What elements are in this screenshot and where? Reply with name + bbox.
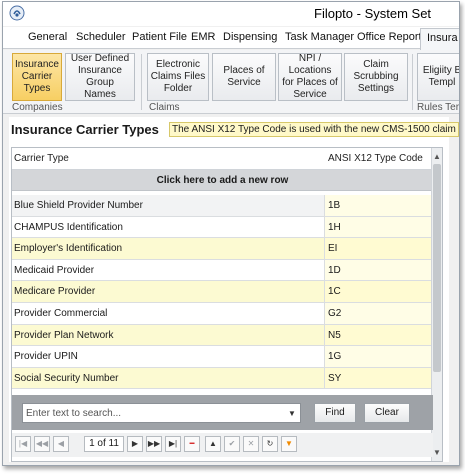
tab-office-reports[interactable]: Office Reports [357, 31, 427, 43]
table-row[interactable]: Medicaid Provider 1D [12, 259, 433, 282]
grid-rows: Blue Shield Provider Number 1B CHAMPUS Id… [12, 195, 433, 390]
carrier-type-cell[interactable]: CHAMPUS Identification [12, 217, 324, 238]
carrier-type-cell[interactable]: Employer's Identification [12, 238, 324, 259]
page-header: Insurance Carrier Types The ANSI X12 Typ… [9, 117, 459, 143]
application-window: Filopto - System Set General Scheduler P… [2, 1, 460, 466]
ansi-code-cell[interactable]: EI [324, 238, 433, 259]
delete-record-icon[interactable]: ━ [184, 436, 200, 452]
first-page-icon[interactable]: |◀ [15, 436, 31, 452]
carrier-type-cell[interactable]: Provider Plan Network [12, 325, 324, 346]
user-defined-insurance-group-names-button[interactable]: User Defined Insurance Group Names [65, 53, 135, 101]
tab-patient-file[interactable]: Patient File [132, 31, 187, 43]
carrier-type-cell[interactable]: Provider UPIN [12, 346, 324, 367]
table-row[interactable]: CHAMPUS Identification 1H [12, 216, 433, 239]
scroll-up-icon[interactable]: ▲ [433, 152, 441, 161]
carrier-type-cell[interactable]: Provider Commercial [12, 303, 324, 324]
ansi-code-cell[interactable]: N5 [324, 324, 433, 346]
places-of-service-button[interactable]: Places of Service [212, 53, 276, 101]
table-row[interactable]: Provider Commercial G2 [12, 302, 433, 325]
clear-button[interactable]: Clear [364, 403, 410, 423]
tab-emr[interactable]: EMR [191, 31, 215, 43]
table-row[interactable]: Social Security Number SY [12, 367, 433, 390]
group-label-companies: Companies [12, 102, 63, 113]
ansi-code-cell[interactable]: SY [324, 367, 433, 389]
electronic-claims-files-folder-button[interactable]: Electronic Claims Files Folder [147, 53, 209, 101]
table-row[interactable]: Employer's Identification EI [12, 238, 433, 260]
carrier-types-grid: Carrier Type ANSI X12 Type Code Click he… [11, 147, 443, 462]
grid-column-headers: Carrier Type ANSI X12 Type Code [12, 148, 433, 170]
ansi-code-cell[interactable]: 1H [324, 216, 433, 238]
main-tab-strip: General Scheduler Patient File EMR Dispe… [3, 27, 459, 50]
filter-icon[interactable]: ▼ [281, 436, 297, 452]
next-record-icon[interactable]: ▶ [127, 436, 143, 452]
carrier-type-cell[interactable]: Social Security Number [12, 368, 324, 389]
group-separator [141, 54, 142, 110]
scrollbar-thumb[interactable] [433, 164, 441, 372]
tab-task-manager[interactable]: Task Manager [285, 31, 354, 43]
eligibility-template-button[interactable]: Eligiity B Templ [417, 53, 459, 101]
ansi-code-cell[interactable]: 1C [324, 281, 433, 302]
carrier-type-cell[interactable]: Medicaid Provider [12, 260, 324, 281]
data-navigator: |◀ ◀◀ ◀ 1 of 11 ▶ ▶▶ ▶| ━ ▲ ✔ ✕ ↻ ▼ [12, 433, 433, 457]
insurance-carrier-types-button[interactable]: Insurance Carrier Types [12, 53, 62, 101]
carrier-type-cell[interactable]: Blue Shield Provider Number [12, 195, 324, 216]
next-page-icon[interactable]: ▶▶ [146, 436, 162, 452]
tab-scheduler[interactable]: Scheduler [76, 31, 126, 43]
table-row[interactable]: Blue Shield Provider Number 1B [12, 195, 433, 217]
ansi-code-cell[interactable]: 1D [324, 259, 433, 281]
column-header-carrier-type[interactable]: Carrier Type [14, 153, 69, 164]
find-button[interactable]: Find [314, 403, 356, 423]
chevron-down-icon[interactable]: ▼ [288, 409, 296, 418]
tab-insurance[interactable]: Insura [420, 28, 459, 50]
ansi-code-cell[interactable]: 1G [324, 346, 433, 367]
save-check-icon[interactable]: ✔ [224, 436, 240, 452]
page-indicator: 1 of 11 [84, 436, 124, 452]
group-label-claims: Claims [149, 102, 180, 113]
refresh-icon[interactable]: ↻ [262, 436, 278, 452]
app-logo-icon [9, 5, 25, 21]
claim-scrubbing-settings-button[interactable]: Claim Scrubbing Settings [344, 53, 408, 101]
ansi-notice-banner: The ANSI X12 Type Code is used with the … [169, 122, 459, 137]
table-row[interactable]: Medicare Provider 1C [12, 281, 433, 303]
page-title: Insurance Carrier Types [11, 122, 159, 137]
ribbon-toolbar: Insurance Carrier Types User Defined Ins… [3, 50, 459, 114]
group-separator [412, 54, 413, 110]
table-row[interactable]: Provider UPIN 1G [12, 346, 433, 368]
tab-dispensing[interactable]: Dispensing [223, 31, 277, 43]
table-row[interactable]: Provider Plan Network N5 [12, 324, 433, 347]
previous-record-icon[interactable]: ◀ [53, 436, 69, 452]
cancel-edit-icon[interactable]: ✕ [243, 436, 259, 452]
add-new-row[interactable]: Click here to add a new row [12, 170, 433, 191]
ansi-code-cell[interactable]: 1B [324, 195, 433, 216]
tab-general[interactable]: General [28, 31, 67, 43]
title-bar: Filopto - System Set [3, 2, 459, 26]
npi-locations-button[interactable]: NPI / Locations for Places of Service [278, 53, 342, 101]
carrier-type-cell[interactable]: Medicare Provider [12, 281, 324, 302]
search-panel: ▼ Find Clear [12, 395, 433, 430]
content-area: Insurance Carrier Types The ANSI X12 Typ… [9, 117, 459, 462]
window-title: Filopto - System Set [314, 6, 432, 21]
column-header-ansi-code[interactable]: ANSI X12 Type Code [328, 153, 423, 164]
scroll-down-icon[interactable]: ▼ [433, 448, 441, 457]
search-input[interactable] [22, 403, 301, 423]
previous-page-icon[interactable]: ◀◀ [34, 436, 50, 452]
group-label-rules: Rules Ter [417, 102, 460, 113]
move-up-icon[interactable]: ▲ [205, 436, 221, 452]
ansi-code-cell[interactable]: G2 [324, 302, 433, 324]
last-page-icon[interactable]: ▶| [165, 436, 181, 452]
